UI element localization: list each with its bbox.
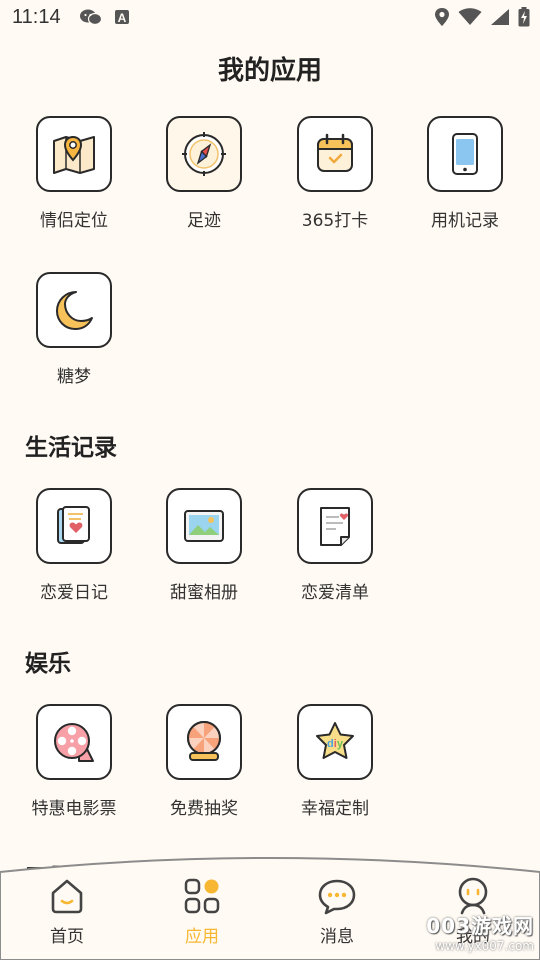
calendar-check-icon [297,116,373,192]
moon-icon [36,272,112,348]
diary-heart-icon [36,488,112,564]
app-love-checklist[interactable]: 恋爱清单 [275,488,395,603]
app-free-lottery[interactable]: 免费抽奖 [144,704,264,819]
watermark-url: www.yx007.com [435,939,534,953]
app-label: 用机记录 [431,211,499,231]
map-pin-icon [36,116,112,192]
compass-icon [166,116,242,192]
tab-label: 应用 [185,927,219,947]
app-love-diary[interactable]: 恋爱日记 [14,488,134,603]
app-label: 糖梦 [57,367,91,387]
tab-home[interactable]: 首页 [12,876,122,947]
a-notification-icon: A [114,9,130,29]
app-label: 情侣定位 [40,211,108,231]
tab-messages[interactable]: 消息 [282,876,392,947]
page-title: 我的应用 [217,56,322,86]
phone-icon [427,116,503,192]
watermark: 003游戏网 www.yx007.com [426,910,534,953]
app-discount-movie-tickets[interactable]: 特惠电影票 [14,704,134,819]
battery-charging-icon [518,7,530,31]
app-label: 特惠电影票 [31,799,117,819]
apps-grid-icon [147,876,257,916]
status-time: 11:14 [12,6,61,28]
app-label: 恋爱清单 [301,583,369,603]
checklist-icon [297,488,373,564]
app-couple-location[interactable]: 情侣定位 [14,116,134,231]
app-label: 甜蜜相册 [170,583,238,603]
diy-star-icon: diy [297,704,373,780]
tab-label: 消息 [320,927,354,947]
photo-album-icon [166,488,242,564]
tab-apps[interactable]: 应用 [147,876,257,947]
home-icon [12,876,122,916]
app-365-checkin[interactable]: 365打卡 [275,116,395,231]
svg-text:A: A [118,11,127,25]
film-reel-icon [36,704,112,780]
wifi-icon [458,8,482,30]
app-happiness-custom[interactable]: diy 幸福定制 [275,704,395,819]
app-label: 幸福定制 [301,799,369,819]
app-label: 足迹 [187,211,221,231]
app-label: 恋爱日记 [40,583,108,603]
location-icon [434,7,450,31]
watermark-text: 003游戏网 [426,914,534,938]
section-title-entertainment: 娱乐 [25,651,71,677]
lottery-ball-icon [166,704,242,780]
wechat-icon [80,8,103,30]
section-title-life-records: 生活记录 [25,435,117,461]
app-label: 免费抽奖 [170,799,238,819]
status-bar: 11:14 A [0,0,540,36]
app-sweet-dream[interactable]: 糖梦 [14,272,134,387]
cellular-icon [490,8,510,30]
app-label: 365打卡 [301,211,369,231]
message-icon [282,876,392,916]
app-sweet-album[interactable]: 甜蜜相册 [144,488,264,603]
svg-text:diy: diy [327,738,344,750]
app-footprint[interactable]: 足迹 [144,116,264,231]
app-phone-usage-record[interactable]: 用机记录 [405,116,525,231]
tab-label: 首页 [50,927,84,947]
